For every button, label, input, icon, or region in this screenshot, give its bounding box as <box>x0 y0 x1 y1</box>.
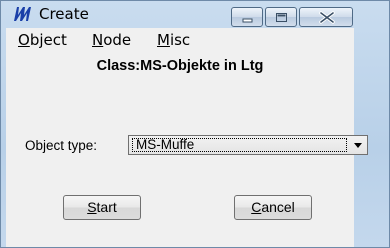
minimize-icon <box>242 18 253 23</box>
minimize-button[interactable] <box>231 7 263 27</box>
menu-object[interactable]: Object <box>18 31 67 49</box>
chevron-down-icon <box>354 143 362 148</box>
dialog-body: Class:MS-Objekte in Ltg Object type: MS-… <box>6 50 368 247</box>
close-icon <box>319 11 335 24</box>
object-type-value: MS-Muffe <box>136 137 195 152</box>
class-label: Class:MS-Objekte in Ltg <box>96 58 264 74</box>
menu-misc[interactable]: Misc <box>157 31 190 49</box>
cancel-button[interactable]: Cancel <box>234 195 312 220</box>
app-icon <box>14 7 31 21</box>
start-button[interactable]: Start <box>63 195 141 220</box>
close-button[interactable] <box>299 7 353 27</box>
object-type-label: Object type: <box>25 138 98 153</box>
title-bar[interactable]: Create <box>1 1 389 27</box>
window-title: Create <box>39 5 89 23</box>
create-window: Create Object Node Misc Class:MS-Objekte… <box>0 0 390 248</box>
menu-node[interactable]: Node <box>92 31 131 49</box>
menu-bar: Object Node Misc <box>6 28 354 51</box>
object-type-dropdown[interactable]: MS-Muffe <box>128 135 368 155</box>
maximize-icon <box>276 13 287 22</box>
maximize-button[interactable] <box>265 7 297 27</box>
